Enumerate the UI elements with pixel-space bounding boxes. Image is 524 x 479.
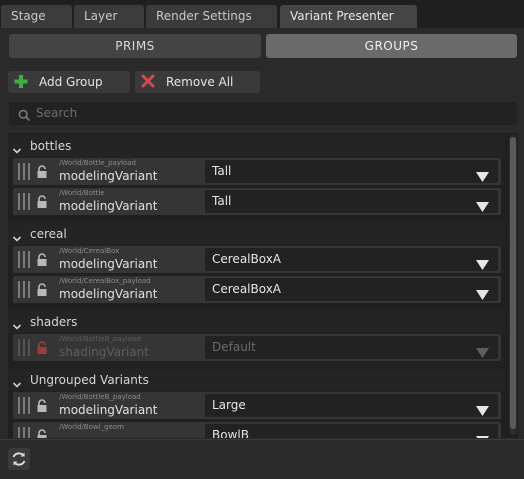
tab-variant-presenter-label: Variant Presenter bbox=[290, 9, 394, 23]
variant-row: /World/Bowl_geom BowlB bbox=[13, 422, 501, 438]
group-name: shaders bbox=[30, 315, 78, 329]
lock-icon[interactable] bbox=[36, 164, 48, 178]
add-group-label: Add Group bbox=[39, 75, 103, 89]
variant-row: /World/Bottle modelingVariant Tall bbox=[13, 188, 501, 215]
dropdown-arrow-icon bbox=[476, 343, 489, 358]
lock-icon[interactable] bbox=[36, 282, 48, 296]
drag-handle-icon[interactable] bbox=[18, 339, 30, 356]
prim-path: /World/Bowl_geom bbox=[59, 423, 124, 431]
lock-icon[interactable] bbox=[36, 428, 48, 438]
tab-stage-label: Stage bbox=[11, 9, 46, 23]
drag-handle-icon[interactable] bbox=[18, 427, 30, 438]
dropdown-arrow-icon bbox=[476, 285, 489, 300]
variant-set-name: modelingVariant bbox=[59, 403, 158, 417]
variant-row: /World/BottleB_payload modelingVariant L… bbox=[13, 392, 501, 419]
lock-icon[interactable] bbox=[36, 398, 48, 412]
variant-set-name: modelingVariant bbox=[59, 199, 158, 213]
tab-render-settings[interactable]: Render Settings bbox=[146, 5, 277, 28]
variant-select[interactable]: Default bbox=[205, 336, 498, 359]
scrollbar-thumb[interactable] bbox=[510, 137, 516, 429]
variant-select[interactable]: Large bbox=[205, 394, 498, 417]
variant-value: CerealBoxA bbox=[212, 282, 282, 296]
drag-handle-icon[interactable] bbox=[18, 193, 30, 210]
remove-all-button[interactable]: Remove All bbox=[135, 71, 260, 93]
dropdown-arrow-icon bbox=[476, 401, 489, 416]
variant-select[interactable]: CerealBoxA bbox=[205, 278, 498, 301]
search-placeholder: Search bbox=[36, 106, 78, 120]
prim-path: /World/BottleB_payload bbox=[59, 335, 141, 343]
add-group-button[interactable]: Add Group bbox=[8, 71, 130, 93]
variant-row: /World/CerealBox_payload modelingVariant… bbox=[13, 276, 501, 303]
chevron-down-icon bbox=[12, 141, 22, 154]
tab-stage[interactable]: Stage bbox=[1, 5, 72, 28]
dropdown-arrow-icon bbox=[476, 167, 489, 182]
prim-path: /World/CerealBox bbox=[59, 247, 120, 255]
variant-value: CerealBoxA bbox=[212, 252, 282, 266]
group-header-shaders[interactable]: shaders bbox=[8, 311, 505, 333]
plus-icon bbox=[14, 71, 28, 93]
refresh-button[interactable] bbox=[8, 448, 30, 470]
variant-select[interactable]: CerealBoxA bbox=[205, 248, 498, 271]
variant-value: Default bbox=[212, 340, 256, 354]
variant-set-name: shadingVariant bbox=[59, 345, 149, 359]
group-name: cereal bbox=[30, 227, 67, 241]
dropdown-arrow-icon bbox=[476, 255, 489, 270]
refresh-icon bbox=[8, 452, 30, 474]
group-header-bottles[interactable]: bottles bbox=[8, 135, 505, 157]
group-name: Ungrouped Variants bbox=[30, 373, 149, 387]
variant-row: /World/BottleB_payload shadingVariant De… bbox=[13, 334, 501, 361]
variant-set-name: modelingVariant bbox=[59, 169, 158, 183]
variant-value: Large bbox=[212, 398, 246, 412]
chevron-down-icon bbox=[12, 317, 22, 330]
footer-bar bbox=[0, 439, 524, 479]
variant-row: /World/CerealBox modelingVariant CerealB… bbox=[13, 246, 501, 273]
prim-path: /World/Bottle_payload bbox=[59, 159, 136, 167]
drag-handle-icon[interactable] bbox=[18, 163, 30, 180]
variant-value: Tall bbox=[212, 194, 232, 208]
vertical-scrollbar[interactable] bbox=[509, 135, 517, 435]
drag-handle-icon[interactable] bbox=[18, 281, 30, 298]
tab-layer[interactable]: Layer bbox=[74, 5, 144, 28]
search-input[interactable]: Search bbox=[9, 102, 517, 125]
tab-bar: Stage Layer Render Settings Variant Pres… bbox=[0, 0, 524, 28]
prims-mode-button[interactable]: PRIMS bbox=[9, 34, 261, 58]
chevron-down-icon bbox=[12, 375, 22, 388]
x-icon bbox=[141, 71, 155, 93]
tab-render-settings-label: Render Settings bbox=[156, 9, 252, 23]
variant-group-list: bottles /World/Bottle_payload modelingVa… bbox=[8, 133, 518, 438]
chevron-down-icon bbox=[12, 229, 22, 242]
drag-handle-icon[interactable] bbox=[18, 251, 30, 268]
dropdown-arrow-icon bbox=[476, 197, 489, 212]
prim-path: /World/BottleB_payload bbox=[59, 393, 141, 401]
search-icon bbox=[18, 107, 31, 122]
prim-path: /World/Bottle bbox=[59, 189, 105, 197]
variant-select[interactable]: Tall bbox=[205, 160, 498, 183]
prim-path: /World/CerealBox_payload bbox=[59, 277, 151, 285]
dropdown-arrow-icon bbox=[476, 431, 489, 438]
variant-set-name: modelingVariant bbox=[59, 287, 158, 301]
remove-all-label: Remove All bbox=[166, 75, 234, 89]
group-name: bottles bbox=[30, 139, 72, 153]
variant-select[interactable]: Tall bbox=[205, 190, 498, 213]
tab-layer-label: Layer bbox=[84, 9, 118, 23]
lock-icon[interactable] bbox=[36, 340, 48, 354]
variant-value: BowlB bbox=[212, 428, 249, 438]
variant-row: /World/Bottle_payload modelingVariant Ta… bbox=[13, 158, 501, 185]
drag-handle-icon[interactable] bbox=[18, 397, 30, 414]
variant-select[interactable]: BowlB bbox=[205, 424, 498, 438]
lock-icon[interactable] bbox=[36, 194, 48, 208]
groups-mode-button[interactable]: GROUPS bbox=[266, 34, 517, 58]
group-header-ungrouped-variants[interactable]: Ungrouped Variants bbox=[8, 369, 505, 391]
tab-variant-presenter[interactable]: Variant Presenter bbox=[280, 5, 417, 28]
lock-icon[interactable] bbox=[36, 252, 48, 266]
variant-value: Tall bbox=[212, 164, 232, 178]
variant-set-name: modelingVariant bbox=[59, 257, 158, 271]
group-header-cereal[interactable]: cereal bbox=[8, 223, 505, 245]
